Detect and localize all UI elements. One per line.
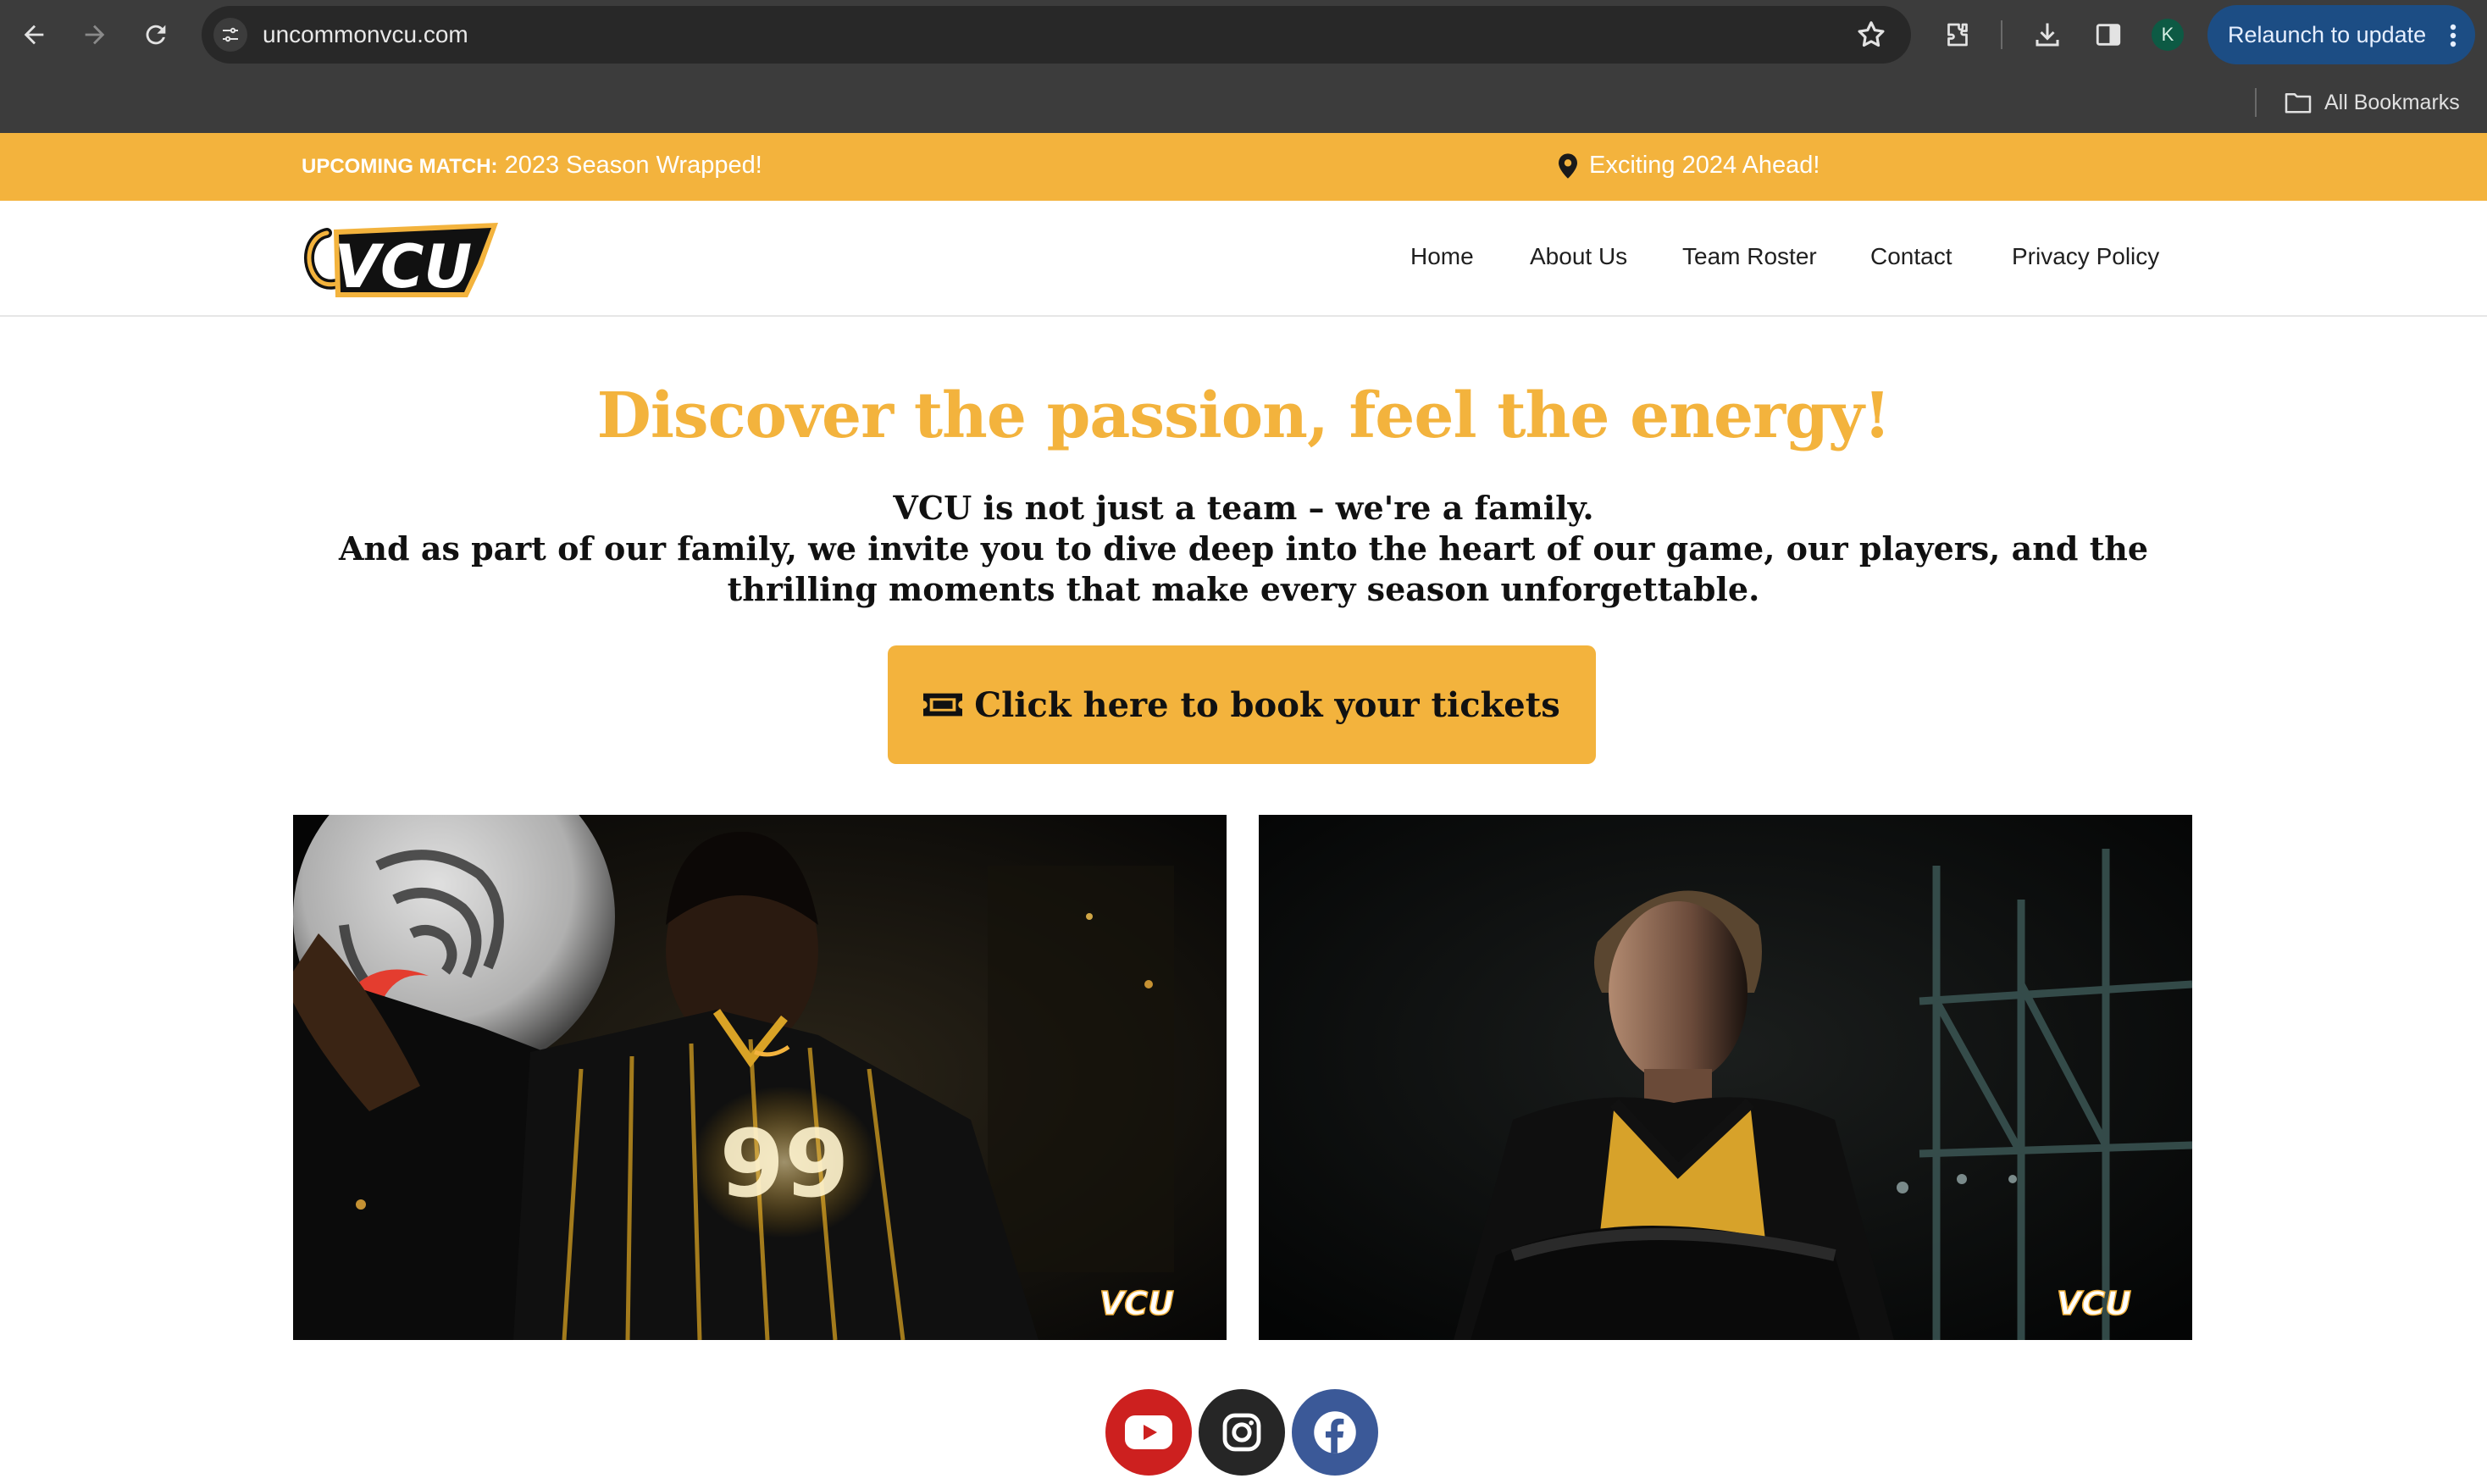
more-vert-icon — [2450, 24, 2457, 47]
map-marker-icon — [1559, 152, 1577, 179]
reload-icon — [146, 25, 166, 45]
side-panel-icon[interactable] — [2091, 17, 2126, 53]
vcu-logo[interactable]: VCU — [302, 216, 498, 302]
ticket-icon — [923, 693, 963, 717]
nav-home[interactable]: Home — [1410, 243, 1474, 270]
site-header: VCU Home About Us Team Roster Contact Pr… — [0, 201, 2487, 317]
photo-watermark: VCU — [1099, 1285, 1174, 1322]
back-icon — [24, 25, 44, 45]
youtube-button[interactable] — [1105, 1389, 1192, 1476]
bookmarks-divider — [2255, 88, 2257, 117]
hero-line-1: VCU is not just a team – we're a family. — [893, 489, 1594, 527]
profile-avatar[interactable]: K — [2152, 19, 2184, 51]
toolbar-divider — [2001, 20, 2002, 49]
hero-line-2: And as part of our family, we invite you… — [338, 529, 2149, 608]
female-player-photo: VCU — [1259, 815, 2192, 1340]
upcoming-match-label: UPCOMING MATCH: — [302, 155, 498, 178]
announcement-bar: UPCOMING MATCH: 2023 Season Wrapped! Exc… — [0, 133, 2487, 201]
promo-text: Exciting 2024 Ahead! — [1589, 152, 1820, 179]
facebook-button[interactable] — [1292, 1389, 1378, 1476]
back-button[interactable] — [14, 14, 54, 55]
instagram-icon — [1222, 1413, 1261, 1452]
all-bookmarks-button[interactable]: All Bookmarks — [2284, 88, 2460, 117]
extensions-icon[interactable] — [1940, 17, 1975, 53]
nav-team-roster[interactable]: Team Roster — [1682, 243, 1817, 270]
site-settings-icon[interactable] — [213, 18, 247, 52]
relaunch-label: Relaunch to update — [2228, 21, 2427, 47]
nav-about-us[interactable]: About Us — [1530, 243, 1627, 270]
nav-contact[interactable]: Contact — [1870, 243, 1952, 270]
nav-privacy-policy[interactable]: Privacy Policy — [2012, 243, 2159, 270]
youtube-icon — [1125, 1415, 1172, 1449]
logo-text: VCU — [335, 232, 472, 302]
bookmark-star-icon[interactable] — [1855, 19, 1887, 51]
upcoming-match-text: 2023 Season Wrapped! — [497, 152, 762, 179]
download-icon[interactable] — [2030, 17, 2065, 53]
hero-text: VCU is not just a team – we're a family.… — [280, 488, 2207, 610]
upcoming-match: UPCOMING MATCH: 2023 Season Wrapped! — [302, 152, 762, 180]
male-player-photo: 99 VCU — [293, 815, 1227, 1340]
all-bookmarks-label: All Bookmarks — [2324, 90, 2460, 114]
instagram-button[interactable] — [1199, 1389, 1285, 1476]
browser-toolbar: uncommonvcu.com K Relaunch to update All… — [0, 0, 2487, 133]
forward-icon — [85, 25, 105, 45]
book-tickets-label: Click here to book your tickets — [974, 684, 1560, 725]
folder-icon — [2285, 92, 2312, 114]
promo: Exciting 2024 Ahead! — [1559, 152, 1820, 180]
address-bar[interactable]: uncommonvcu.com — [202, 6, 1911, 64]
reload-button[interactable] — [136, 14, 176, 55]
jersey-number: 99 — [719, 1110, 849, 1218]
url-text: uncommonvcu.com — [263, 21, 468, 47]
hero-title: Discover the passion, feel the energy! — [596, 379, 1892, 452]
photo-watermark-2: VCU — [2057, 1285, 2131, 1322]
relaunch-button[interactable]: Relaunch to update — [2207, 5, 2475, 64]
facebook-icon — [1314, 1411, 1356, 1454]
forward-button[interactable] — [75, 14, 115, 55]
book-tickets-button[interactable]: Click here to book your tickets — [888, 645, 1596, 764]
